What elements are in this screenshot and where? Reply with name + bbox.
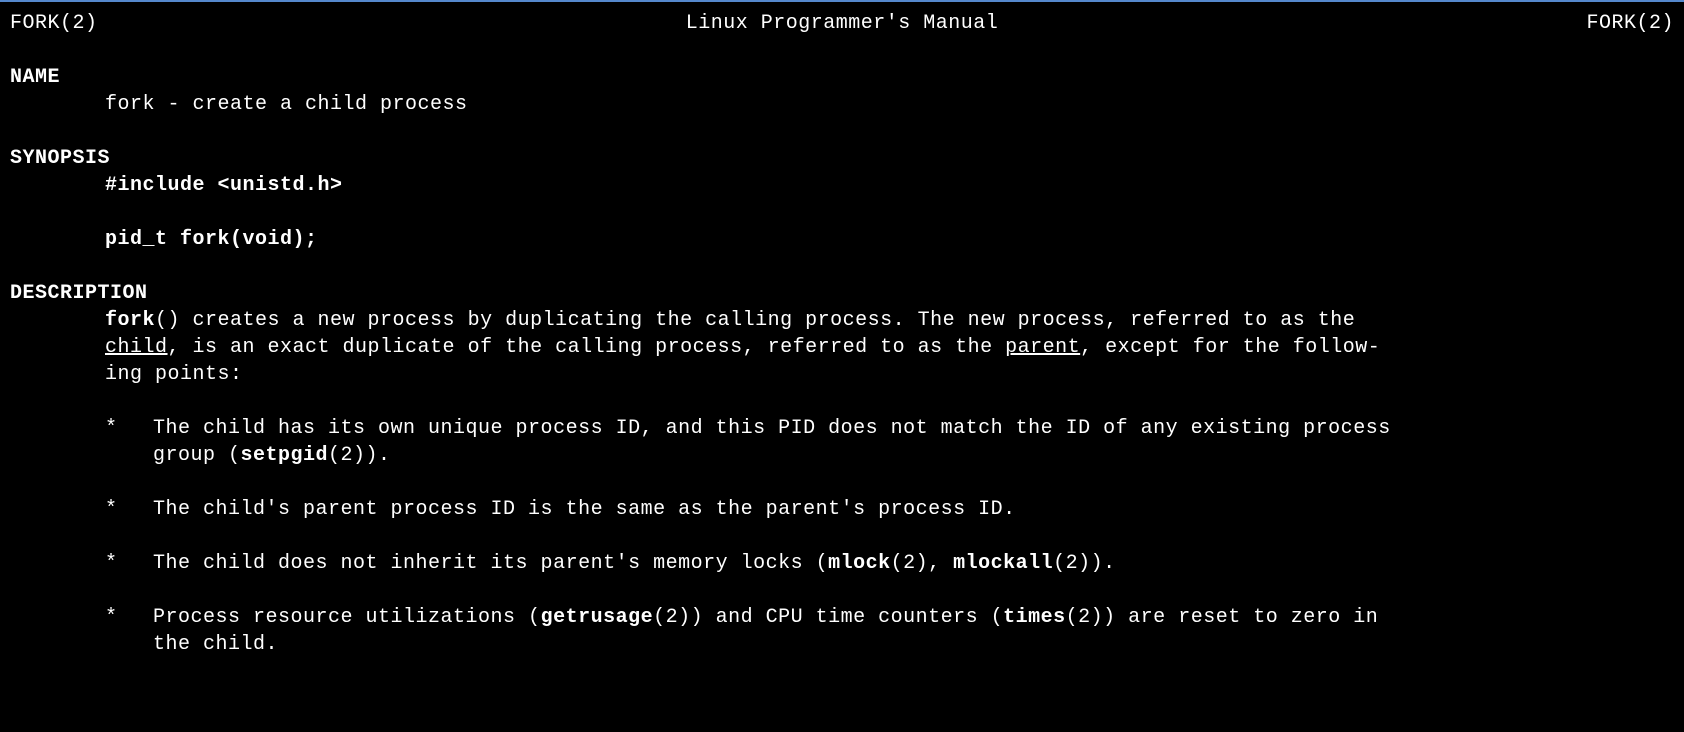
header-left: FORK(2) bbox=[10, 10, 98, 37]
setpgid-bold: setpgid bbox=[241, 444, 329, 467]
mlock-bold: mlock bbox=[828, 552, 891, 575]
description-intro-line3: ing points: bbox=[10, 361, 1674, 388]
child-underline: child bbox=[105, 336, 168, 359]
mlockall-bold: mlockall bbox=[953, 552, 1053, 575]
description-intro-line2: child, is an exact duplicate of the call… bbox=[10, 334, 1674, 361]
bullet-line: Process resource utilizations (getrusage… bbox=[153, 604, 1674, 631]
bullet-text-frag: (2)) are reset to zero in bbox=[1066, 606, 1379, 629]
bullet-text-frag: (2), bbox=[891, 552, 954, 575]
description-intro-line1: fork() creates a new process by duplicat… bbox=[10, 307, 1674, 334]
bullet-text-frag: (2)). bbox=[1053, 552, 1116, 575]
bullet-text: The child has its own unique process ID,… bbox=[153, 415, 1674, 469]
section-name-heading: NAME bbox=[10, 64, 1674, 91]
bullet-line: the child. bbox=[153, 631, 1674, 658]
header-right: FORK(2) bbox=[1586, 10, 1674, 37]
bullet-text: Process resource utilizations (getrusage… bbox=[153, 604, 1674, 658]
bullet-line: group (setpgid(2)). bbox=[153, 442, 1674, 469]
bullet-text-frag: group ( bbox=[153, 444, 241, 467]
parent-underline: parent bbox=[1005, 336, 1080, 359]
desc-text: , is an exact duplicate of the calling p… bbox=[168, 336, 1006, 359]
bullet-text-frag: Process resource utilizations ( bbox=[153, 606, 541, 629]
bullet-item-4: * Process resource utilizations (getrusa… bbox=[10, 604, 1674, 658]
manpage-header: FORK(2) Linux Programmer's Manual FORK(2… bbox=[10, 10, 1674, 37]
header-center: Linux Programmer's Manual bbox=[686, 10, 999, 37]
name-text: fork - create a child process bbox=[10, 91, 1674, 118]
getrusage-bold: getrusage bbox=[541, 606, 654, 629]
bullet-text: The child does not inherit its parent's … bbox=[153, 550, 1674, 577]
bullet-text-frag: (2)). bbox=[328, 444, 391, 467]
desc-text: () creates a new process by duplicating … bbox=[155, 309, 1355, 332]
desc-text: , except for the follow- bbox=[1080, 336, 1380, 359]
bullet-text-frag: The child does not inherit its parent's … bbox=[153, 552, 828, 575]
bullet-text-frag: (2)) and CPU time counters ( bbox=[653, 606, 1003, 629]
fork-bold: fork bbox=[105, 309, 155, 332]
section-description-heading: DESCRIPTION bbox=[10, 280, 1674, 307]
bullet-text: The child's parent process ID is the sam… bbox=[153, 496, 1674, 523]
bullet-item-2: * The child's parent process ID is the s… bbox=[10, 496, 1674, 523]
bullet-marker: * bbox=[105, 604, 153, 658]
bullet-item-1: * The child has its own unique process I… bbox=[10, 415, 1674, 469]
bullet-marker: * bbox=[105, 415, 153, 469]
section-synopsis-heading: SYNOPSIS bbox=[10, 145, 1674, 172]
times-bold: times bbox=[1003, 606, 1066, 629]
bullet-line: The child does not inherit its parent's … bbox=[153, 550, 1674, 577]
bullet-marker: * bbox=[105, 550, 153, 577]
bullet-item-3: * The child does not inherit its parent'… bbox=[10, 550, 1674, 577]
bullet-line: The child's parent process ID is the sam… bbox=[153, 496, 1674, 523]
bullet-marker: * bbox=[105, 496, 153, 523]
synopsis-include: #include <unistd.h> bbox=[10, 172, 1674, 199]
bullet-line: The child has its own unique process ID,… bbox=[153, 415, 1674, 442]
synopsis-prototype: pid_t fork(void); bbox=[10, 226, 1674, 253]
